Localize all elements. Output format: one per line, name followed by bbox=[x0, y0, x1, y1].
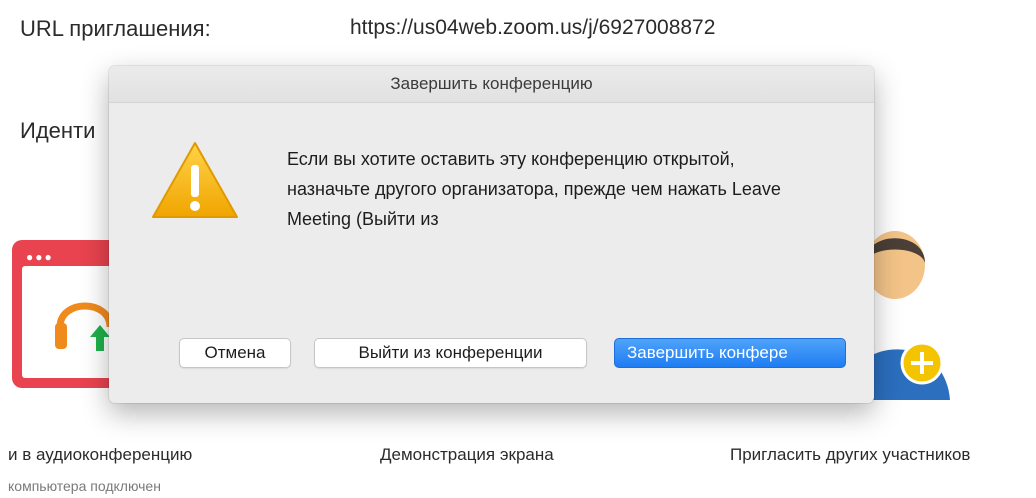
end-meeting-for-all-button[interactable]: Завершить конфере bbox=[614, 338, 846, 368]
invite-participants-label: Пригласить других участников bbox=[730, 445, 971, 464]
dialog-title: Завершить конференцию bbox=[109, 66, 874, 103]
share-screen-label: Демонстрация экрана bbox=[380, 445, 554, 464]
join-audio-label: и в аудиоконференцию bbox=[8, 445, 193, 464]
meeting-id-label: Иденти bbox=[20, 118, 96, 143]
warning-icon bbox=[152, 142, 238, 218]
dialog-message: Если вы хотите оставить эту конференцию … bbox=[287, 149, 781, 229]
audio-status-text: компьютера подключен bbox=[8, 478, 161, 494]
cancel-button[interactable]: Отмена bbox=[179, 338, 291, 368]
leave-meeting-button[interactable]: Выйти из конференции bbox=[314, 338, 587, 368]
invite-url-value[interactable]: https://us04web.zoom.us/j/6927008872 bbox=[350, 16, 715, 40]
invite-url-label: URL приглашения: bbox=[20, 16, 211, 41]
end-meeting-dialog: Завершить конференцию Если вы хотите ост… bbox=[109, 66, 874, 403]
window-dots-icon: ●●● bbox=[26, 250, 54, 264]
